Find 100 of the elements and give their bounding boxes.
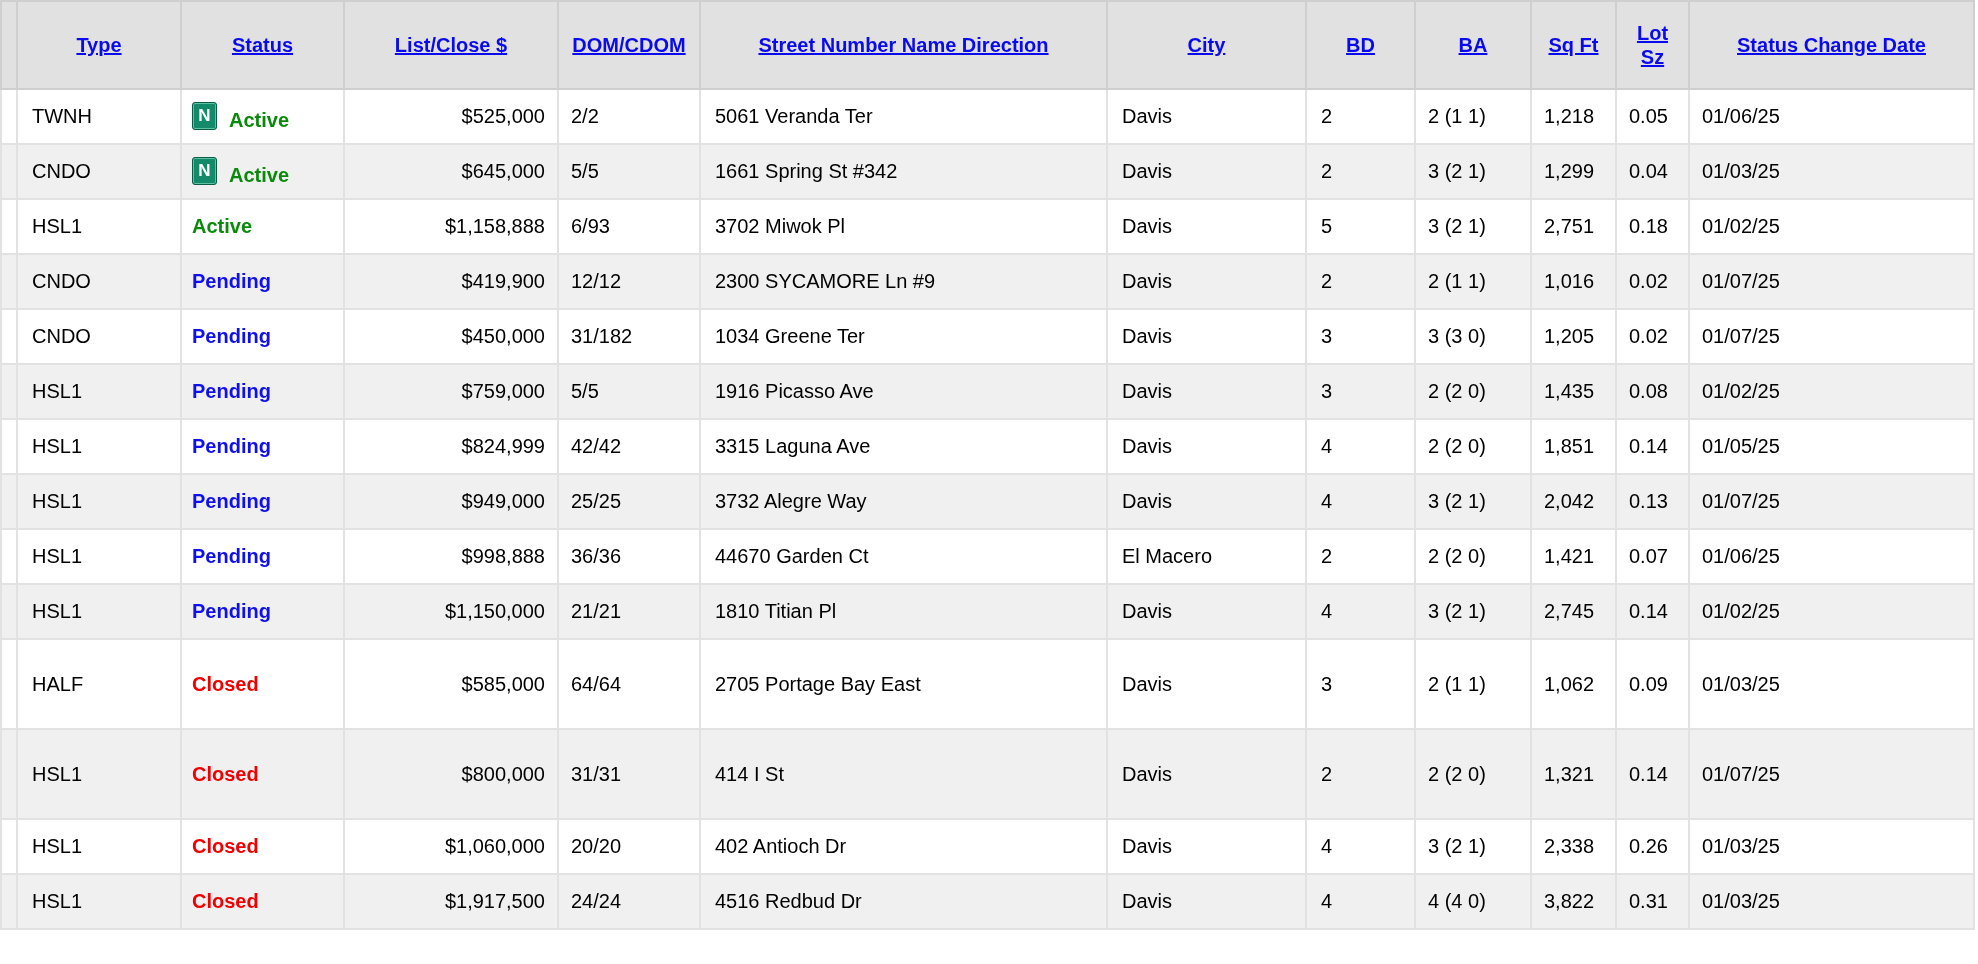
column-header-link[interactable]: Type [76, 33, 122, 57]
table-cell: $998,888 [461, 545, 545, 567]
status-text: Closed [192, 762, 259, 786]
table-cell: 3702 Miwok Pl [715, 215, 846, 237]
table-cell: 20/20 [571, 835, 622, 857]
table-cell: $824,999 [461, 435, 545, 457]
status-text: Active [192, 215, 253, 238]
table-cell: 4 [1321, 435, 1333, 457]
new-badge: N [192, 156, 217, 185]
status-text: Pending [192, 325, 271, 348]
table-cell: 01/07/25 [1702, 490, 1780, 512]
table-cell: 402 Antioch Dr [715, 835, 847, 857]
table-cell: 2705 Portage Bay East [715, 672, 921, 695]
table-cell: 01/05/25 [1702, 435, 1780, 457]
table-cell: HALF [32, 672, 84, 695]
table-cell: 21/21 [571, 600, 622, 622]
column-header-link[interactable]: List/Close $ [394, 33, 508, 57]
table-cell: 31/182 [571, 325, 633, 347]
table-cell: 0.08 [1629, 380, 1668, 402]
status-text: Pending [192, 600, 271, 623]
column-header-link[interactable]: Sq Ft [1548, 33, 1599, 57]
table-cell: $585,000 [461, 672, 545, 695]
column-header-link[interactable]: Street Number Name Direction [758, 33, 1049, 57]
table-cell: TWNH [32, 105, 92, 127]
table-cell: 01/06/25 [1702, 545, 1780, 567]
table-cell: Davis [1122, 835, 1172, 857]
table-cell: 1,062 [1544, 672, 1595, 695]
table-cell: CNDO [32, 270, 91, 292]
table-cell: 01/07/25 [1702, 325, 1780, 347]
table-cell: 0.18 [1629, 215, 1668, 237]
table-cell: 01/06/25 [1702, 105, 1780, 127]
table-cell: 4 [1321, 835, 1333, 857]
table-cell: 0.02 [1629, 325, 1668, 347]
table-cell: 2 (1 1) [1428, 105, 1486, 127]
table-cell: $949,000 [461, 490, 545, 512]
table-cell: 1,205 [1544, 325, 1595, 347]
table-cell: 2,042 [1544, 490, 1595, 512]
column-header-link[interactable]: Status Change Date [1737, 33, 1926, 57]
table-cell: 1,435 [1544, 380, 1595, 402]
table-cell: 1,321 [1544, 762, 1595, 785]
status-text: Pending [192, 545, 271, 568]
table-cell: 5061 Veranda Ter [715, 105, 873, 127]
status-text: Closed [192, 672, 259, 696]
table-cell: 31/31 [571, 762, 622, 785]
table-cell: 0.13 [1629, 490, 1668, 512]
table-cell: HSL1 [32, 600, 83, 622]
table-cell: 1,851 [1544, 435, 1595, 457]
table-cell: 0.26 [1629, 835, 1668, 857]
table-cell: Davis [1122, 270, 1172, 292]
table-cell: 3 (2 1) [1428, 835, 1486, 857]
table-cell: 2,745 [1544, 600, 1595, 622]
table-cell: Davis [1122, 762, 1172, 785]
table-cell: 0.05 [1629, 105, 1668, 127]
table-cell: Davis [1122, 435, 1172, 457]
table-cell: $419,900 [461, 270, 545, 292]
table-cell: Davis [1122, 380, 1172, 402]
table-cell: Davis [1122, 105, 1172, 127]
table-cell: 25/25 [571, 490, 622, 512]
column-header-link[interactable]: BD [1346, 33, 1375, 57]
table-cell: 01/02/25 [1702, 600, 1780, 622]
table-cell: 36/36 [571, 545, 622, 567]
column-header-link[interactable]: BA [1458, 33, 1488, 57]
status-text: Pending [192, 490, 271, 513]
table-cell: 2 [1321, 105, 1333, 127]
column-header-link[interactable]: Status [231, 33, 294, 57]
table-cell: $800,000 [461, 762, 545, 785]
table-cell: Davis [1122, 160, 1172, 182]
table-cell: 2 (2 0) [1428, 380, 1486, 402]
table-cell: 3732 Alegre Way [715, 490, 867, 512]
table-cell: 5/5 [571, 380, 599, 402]
table-cell: 64/64 [571, 672, 622, 695]
table-cell: 01/07/25 [1702, 762, 1780, 785]
table-cell: 2,338 [1544, 835, 1595, 857]
table-cell: 3 (2 1) [1428, 490, 1486, 512]
table-cell: 44670 Garden Ct [715, 545, 869, 567]
table-cell: 4 [1321, 890, 1333, 912]
table-cell: 1661 Spring St #342 [715, 160, 898, 182]
table-cell: HSL1 [32, 835, 83, 857]
table-cell: 01/03/25 [1702, 672, 1780, 695]
table-cell: Davis [1122, 600, 1172, 622]
table-cell: 2/2 [571, 105, 599, 127]
column-header-link[interactable]: City [1187, 33, 1226, 57]
table-cell: 2 (2 0) [1428, 545, 1486, 567]
table-cell: Davis [1122, 672, 1172, 695]
table-cell: 5/5 [571, 160, 599, 182]
table-cell: 1,421 [1544, 545, 1595, 567]
table-cell: 1,218 [1544, 105, 1595, 127]
table-cell: $1,917,500 [444, 890, 545, 912]
table-cell: 1,299 [1544, 160, 1595, 182]
table-cell: 2,751 [1544, 215, 1595, 237]
table-cell: Davis [1122, 490, 1172, 512]
table-cell: 1034 Greene Ter [715, 325, 865, 347]
table-cell: 0.09 [1629, 672, 1668, 695]
table-cell: $1,158,888 [444, 215, 545, 237]
table-cell: 6/93 [571, 215, 610, 237]
table-cell: 0.14 [1629, 762, 1668, 785]
table-cell: 01/03/25 [1702, 160, 1780, 182]
table-cell: Davis [1122, 325, 1172, 347]
table-cell: 0.31 [1629, 890, 1668, 912]
table-cell: 2 (1 1) [1428, 270, 1486, 292]
